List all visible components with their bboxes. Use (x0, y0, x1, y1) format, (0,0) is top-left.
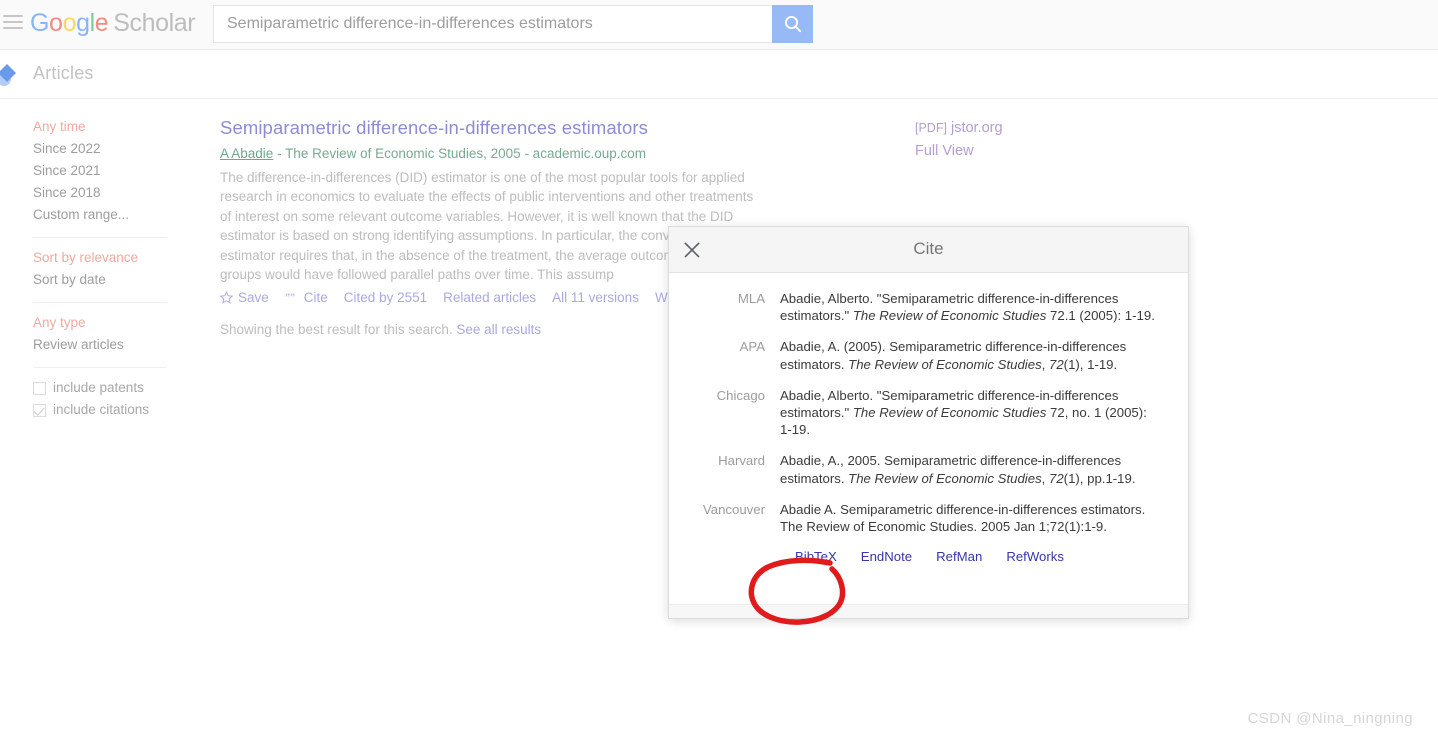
sidebar-item-since-2018[interactable]: Since 2018 (33, 182, 169, 204)
citation-row-vancouver: Vancouver Abadie A. Semiparametric diffe… (669, 501, 1160, 535)
quote-icon: ”” (285, 292, 295, 304)
logo-scholar-text: Scholar (113, 9, 196, 37)
pdf-source-label: jstor.org (950, 120, 1003, 136)
sidebar: Any time Since 2022 Since 2021 Since 201… (33, 116, 169, 421)
cite-dialog-footer (669, 604, 1188, 618)
watermark-text: CSDN @Nina_ningning (1247, 710, 1413, 727)
hamburger-icon[interactable] (2, 13, 24, 31)
cite-label: Cite (303, 290, 328, 306)
checkbox-box-patents[interactable] (33, 381, 46, 395)
best-result-text: Showing the best result for this search. (220, 322, 453, 337)
page-root: Google Scholar Semiparametric difference-… (0, 0, 1438, 739)
best-result-note: Showing the best result for this search.… (220, 322, 541, 337)
sidebar-item-custom-range[interactable]: Custom range... (33, 204, 169, 226)
cite-dialog-title: Cite (913, 239, 944, 258)
citation-row-mla: MLA Abadie, Alberto. "Semiparametric dif… (669, 290, 1160, 324)
nav-articles-label[interactable]: Articles (33, 63, 94, 84)
cite-export-links: BibTeX EndNote RefMan RefWorks (669, 549, 1160, 564)
checkbox-box-citations[interactable] (33, 403, 46, 417)
citation-text[interactable]: Abadie A. Semiparametric difference-in-d… (780, 501, 1160, 535)
see-all-results-link[interactable]: See all results (456, 322, 541, 337)
cursor-arrow-icon (0, 64, 16, 86)
cite-dialog-header: Cite (669, 227, 1188, 273)
checkbox-label-patents: include patents (53, 380, 144, 395)
citation-style-label: Vancouver (702, 501, 765, 517)
citation-style-label: APA (739, 339, 765, 355)
cited-by-link[interactable]: Cited by 2551 (344, 290, 427, 305)
checkbox-include-patents[interactable]: include patents (33, 377, 169, 399)
citation-style-label: MLA (737, 291, 765, 306)
citation-row-harvard: Harvard Abadie, A., 2005. Semiparametric… (669, 452, 1160, 486)
cite-button[interactable]: ”” Cite (285, 290, 328, 305)
export-refworks-link[interactable]: RefWorks (1006, 549, 1064, 564)
search-bar: Semiparametric difference-in-differences… (213, 5, 813, 43)
citation-style-label: Chicago (716, 387, 765, 403)
sidebar-item-any-time[interactable]: Any time (33, 116, 169, 138)
sidebar-item-review-articles[interactable]: Review articles (33, 334, 169, 356)
save-label: Save (238, 290, 269, 306)
citation-style-label: Harvard (718, 453, 765, 469)
result-title-link[interactable]: Semiparametric difference-in-differences… (220, 116, 760, 140)
checkbox-label-citations: include citations (53, 402, 150, 417)
citation-row-apa: APA Abadie, A. (2005). Semiparametric di… (669, 338, 1160, 372)
full-view-link[interactable]: Full View (915, 140, 1003, 163)
top-bar: Google Scholar Semiparametric difference-… (0, 0, 1438, 50)
star-icon (220, 291, 233, 305)
sidebar-item-since-2022[interactable]: Since 2022 (33, 138, 169, 160)
result-meta: A Abadie - The Review of Economic Studie… (220, 143, 760, 165)
related-articles-link[interactable]: Related articles (443, 290, 536, 305)
sidebar-divider-1 (33, 237, 167, 238)
all-versions-link[interactable]: All 11 versions (552, 290, 639, 305)
result-right-links: [PDF] jstor.org Full View (915, 117, 1003, 163)
nav-row (0, 50, 1438, 99)
checkbox-include-citations[interactable]: include citations (33, 399, 169, 421)
result-author-link[interactable]: A Abadie (220, 146, 273, 161)
pdf-tag: [PDF] (915, 121, 947, 135)
export-bibtex-link[interactable]: BibTeX (795, 549, 837, 564)
citation-row-chicago: Chicago Abadie, Alberto. "Semiparametric… (669, 387, 1160, 439)
sidebar-divider-2 (33, 302, 167, 303)
search-input[interactable]: Semiparametric difference-in-differences… (213, 5, 772, 43)
pdf-jstor-link[interactable]: [PDF] jstor.org (915, 117, 1003, 140)
search-icon (784, 15, 801, 33)
export-endnote-link[interactable]: EndNote (861, 549, 912, 564)
cite-dialog-body: MLA Abadie, Alberto. "Semiparametric dif… (669, 273, 1188, 564)
citation-text[interactable]: Abadie, A. (2005). Semiparametric differ… (780, 338, 1160, 372)
sidebar-item-sort-by-relevance[interactable]: Sort by relevance (33, 247, 169, 269)
citation-text[interactable]: Abadie, A., 2005. Semiparametric differe… (780, 452, 1160, 486)
sidebar-item-since-2021[interactable]: Since 2021 (33, 160, 169, 182)
citation-text[interactable]: Abadie, Alberto. "Semiparametric differe… (780, 387, 1160, 439)
citation-text[interactable]: Abadie, Alberto. "Semiparametric differe… (780, 290, 1160, 324)
search-button[interactable] (772, 5, 813, 43)
save-button[interactable]: Save (220, 290, 269, 305)
cite-dialog: Cite MLA Abadie, Alberto. "Semiparametri… (668, 226, 1189, 619)
result-meta-rest: - The Review of Economic Studies, 2005 -… (273, 146, 646, 161)
sidebar-item-any-type[interactable]: Any type (33, 312, 169, 334)
sidebar-item-sort-by-date[interactable]: Sort by date (33, 269, 169, 291)
google-scholar-logo[interactable]: Google Scholar (30, 8, 196, 38)
sidebar-divider-3 (33, 367, 167, 368)
svg-text:””: ”” (285, 292, 295, 304)
export-refman-link[interactable]: RefMan (936, 549, 982, 564)
